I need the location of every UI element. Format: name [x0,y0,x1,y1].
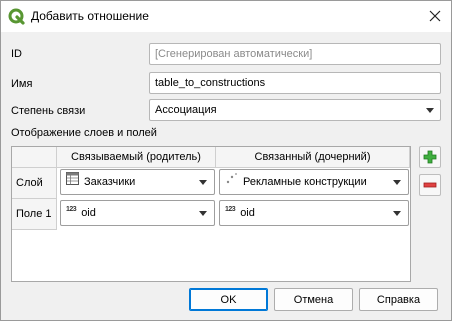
ok-button[interactable]: OK [189,288,268,311]
integer-field-icon: 123 [66,206,77,213]
close-button[interactable] [421,4,449,28]
child-layer-value: Рекламные конструкции [243,176,367,188]
parent-field-select[interactable]: 123 oid [60,200,215,226]
parent-layer-value: Заказчики [84,176,136,188]
window-title: Добавить отношение [31,9,149,23]
help-button[interactable]: Справка [359,288,438,311]
add-relation-dialog: Добавить отношение ID [Сгенерирован авто… [0,0,452,321]
table-layer-icon [66,170,79,194]
chevron-down-icon [199,211,207,216]
child-field-value: oid [240,207,255,219]
id-field[interactable]: [Сгенерирован автоматически] [149,43,441,65]
name-label: Имя [11,78,33,90]
mapping-label: Отображение слоев и полей [11,127,157,139]
chevron-down-icon [393,180,401,185]
child-field-select[interactable]: 123 oid [219,200,409,226]
integer-field-icon: 123 [225,206,236,213]
strength-select[interactable]: Ассоциация [149,99,441,121]
plus-icon [423,150,437,164]
strength-label: Степень связи [11,105,86,117]
minus-icon [423,182,437,188]
parent-layer-select[interactable]: Заказчики [60,169,215,195]
cancel-button[interactable]: Отмена [274,288,353,311]
point-layer-icon [225,170,238,194]
column-header-child[interactable]: Связанный (дочерний) [216,147,410,168]
layer-field-mapping-table: Связываемый (родитель) Связанный (дочерн… [11,146,411,282]
chevron-down-icon [426,108,434,113]
child-layer-select[interactable]: Рекламные конструкции [219,169,409,195]
table-corner [12,147,57,168]
remove-field-pair-button[interactable] [419,174,441,196]
title-bar: Добавить отношение [1,1,451,32]
column-header-parent[interactable]: Связываемый (родитель) [57,147,216,168]
chevron-down-icon [393,211,401,216]
row-header-field[interactable]: Поле 1 [12,199,57,230]
name-field[interactable]: table_to_constructions [149,72,441,94]
id-label: ID [11,48,22,60]
add-field-pair-button[interactable] [419,146,441,168]
chevron-down-icon [199,180,207,185]
parent-field-value: oid [81,207,96,219]
qgis-logo-icon [8,8,25,25]
row-header-layer[interactable]: Слой [12,168,57,199]
close-icon [429,10,441,22]
strength-select-value: Ассоциация [155,104,217,116]
